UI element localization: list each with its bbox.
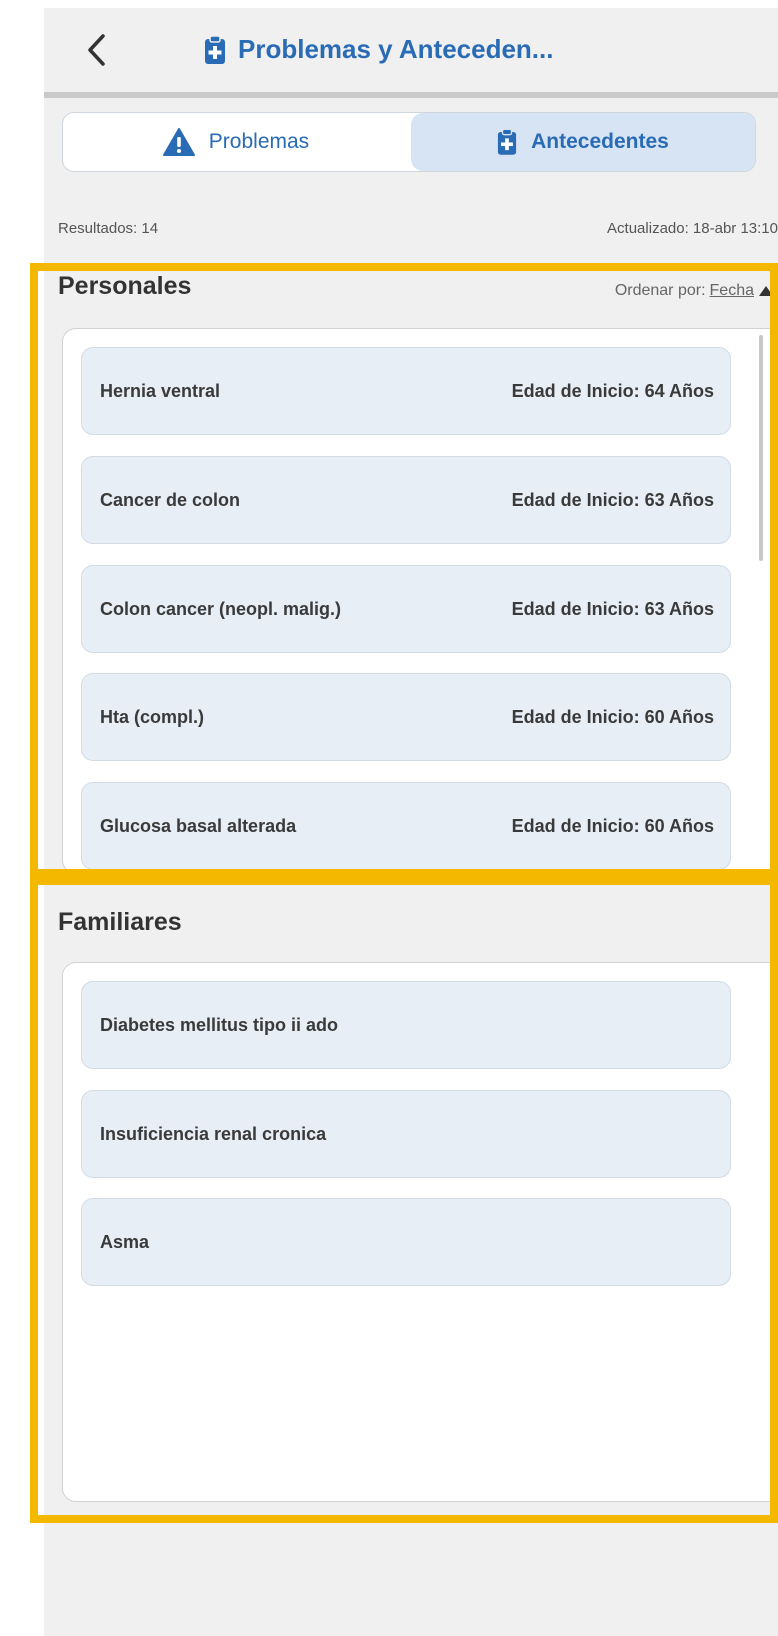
section-title-familiares: Familiares xyxy=(58,908,182,936)
triangle-up-icon[interactable] xyxy=(758,285,774,297)
list-item[interactable]: Cancer de colon Edad de Inicio: 63 Años xyxy=(81,456,731,544)
item-age: Edad de Inicio: 60 Años xyxy=(511,815,714,836)
section-title-personales: Personales xyxy=(58,272,192,300)
personales-list[interactable]: Hernia ventral Edad de Inicio: 64 Años C… xyxy=(62,328,778,874)
item-name: Insuficiencia renal cronica xyxy=(100,1123,327,1144)
tab-antecedentes[interactable]: Antecedentes xyxy=(411,113,755,171)
item-age: Edad de Inicio: 60 Años xyxy=(511,706,714,727)
segmented-control: Problemas Antecedentes xyxy=(62,112,756,172)
tab-antecedentes-label: Antecedentes xyxy=(531,130,669,153)
item-age: Edad de Inicio: 64 Años xyxy=(511,380,714,401)
item-name: Cancer de colon xyxy=(100,489,241,510)
results-count: Resultados: 14 xyxy=(58,220,159,237)
list-item[interactable]: Glucosa basal alterada Edad de Inicio: 6… xyxy=(81,782,731,870)
page-title-wrap: Problemas y Anteceden... xyxy=(204,34,553,65)
tab-problemas[interactable]: Problemas xyxy=(63,113,409,171)
warning-icon xyxy=(162,128,195,156)
last-updated: Actualizado: 18-abr 13:10 xyxy=(607,220,778,237)
page-title: Problemas y Anteceden... xyxy=(238,34,554,64)
list-item[interactable]: Hta (compl.) Edad de Inicio: 60 Años xyxy=(81,673,731,761)
back-button[interactable] xyxy=(78,30,114,70)
item-age: Edad de Inicio: 63 Años xyxy=(511,489,714,510)
item-age: Edad de Inicio: 63 Años xyxy=(511,598,714,619)
list-item[interactable]: Diabetes mellitus tipo ii ado xyxy=(81,981,731,1069)
list-item[interactable]: Insuficiencia renal cronica xyxy=(81,1090,731,1178)
item-name: Hta (compl.) xyxy=(100,706,205,727)
list-item[interactable]: Hernia ventral Edad de Inicio: 64 Años xyxy=(81,347,731,435)
item-name: Glucosa basal alterada xyxy=(100,815,297,836)
item-name: Diabetes mellitus tipo ii ado xyxy=(100,1014,339,1035)
clipboard-medical-icon xyxy=(498,128,517,155)
familiares-list[interactable]: Diabetes mellitus tipo ii ado Insuficien… xyxy=(62,962,778,1502)
scrollbar[interactable] xyxy=(759,335,763,561)
sort-control[interactable]: Ordenar por: Fecha xyxy=(615,282,774,300)
sort-label: Ordenar por: xyxy=(614,282,706,299)
item-name: Asma xyxy=(100,1231,150,1252)
header-divider xyxy=(44,92,778,98)
item-name: Colon cancer (neopl. malig.) xyxy=(100,598,342,619)
item-name: Hernia ventral xyxy=(100,380,221,401)
top-bar: Problemas y Anteceden... xyxy=(44,8,778,92)
clipboard-medical-icon xyxy=(205,34,225,64)
sort-field[interactable]: Fecha xyxy=(710,282,754,300)
list-item[interactable]: Colon cancer (neopl. malig.) Edad de Ini… xyxy=(81,565,731,653)
app-screen: Problemas y Anteceden... Problemas Antec… xyxy=(44,8,778,1636)
chevron-left-icon xyxy=(88,34,105,66)
list-item[interactable]: Asma xyxy=(81,1198,731,1286)
tab-problemas-label: Problemas xyxy=(208,130,310,153)
